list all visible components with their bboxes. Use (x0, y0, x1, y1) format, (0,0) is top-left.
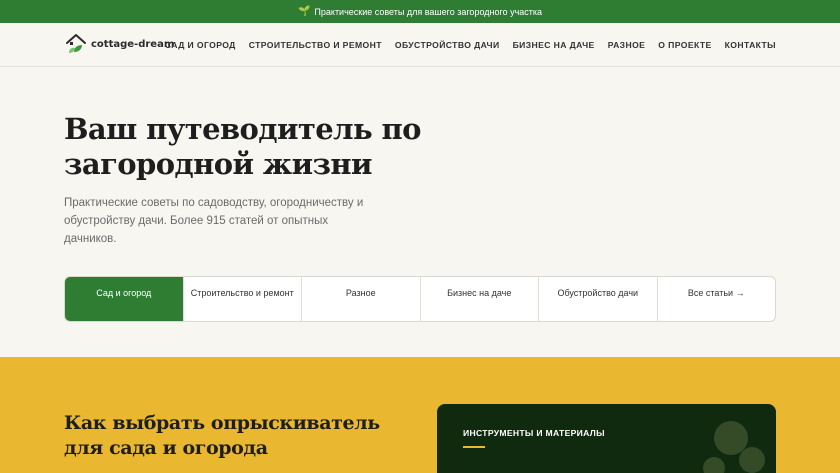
announcement-text: Практические советы для вашего загородно… (314, 6, 543, 17)
featured-section: Как выбрать опрыскиватель для сада и ого… (0, 357, 840, 473)
decorative-circle (703, 457, 725, 473)
tab-all-articles[interactable]: Все статьи → (658, 277, 776, 321)
nav-item-garden[interactable]: САД И ОГОРОД (165, 40, 236, 50)
category-tabs: Сад и огород Строительство и ремонт Разн… (64, 276, 776, 322)
announcement-bar: 🌱 Практические советы для вашего загород… (0, 0, 840, 23)
house-leaf-logo-icon (66, 34, 86, 53)
site-logo[interactable]: cottage-dream (64, 32, 174, 56)
sprout-icon: 🌱 (297, 6, 311, 17)
nav-item-arrangement[interactable]: ОБУСТРОЙСТВО ДАЧИ (395, 40, 500, 50)
tab-misc[interactable]: Разное (302, 277, 421, 321)
nav-item-about[interactable]: О ПРОЕКТЕ (658, 40, 711, 50)
tab-construction[interactable]: Строительство и ремонт (184, 277, 302, 321)
nav-item-construction[interactable]: СТРОИТЕЛЬСТВО И РЕМОНТ (249, 40, 382, 50)
nav-item-misc[interactable]: РАЗНОЕ (608, 40, 646, 50)
decorative-circle (739, 447, 765, 473)
tab-arrangement[interactable]: Обустройство дачи (539, 277, 658, 321)
featured-article-card[interactable]: ИНСТРУМЕНТЫ И МАТЕРИАЛЫ (437, 404, 776, 473)
main-nav: САД И ОГОРОД СТРОИТЕЛЬСТВО И РЕМОНТ ОБУС… (165, 23, 776, 67)
nav-item-contacts[interactable]: КОНТАКТЫ (725, 40, 776, 50)
tab-business[interactable]: Бизнес на даче (421, 277, 539, 321)
featured-article-title[interactable]: Как выбрать опрыскиватель для сада и ого… (64, 411, 394, 461)
card-category-label: ИНСТРУМЕНТЫ И МАТЕРИАЛЫ (463, 428, 605, 438)
label-underline (463, 446, 485, 448)
hero-subtitle: Практические советы по садоводству, огор… (64, 197, 364, 245)
hero-title: Ваш путеводитель по загородной жизни (64, 112, 422, 181)
nav-item-business[interactable]: БИЗНЕС НА ДАЧЕ (513, 40, 595, 50)
site-header: cottage-dream САД И ОГОРОД СТРОИТЕЛЬСТВО… (0, 23, 840, 67)
tab-garden[interactable]: Сад и огород (65, 277, 184, 321)
logo-text: cottage-dream (91, 38, 175, 50)
